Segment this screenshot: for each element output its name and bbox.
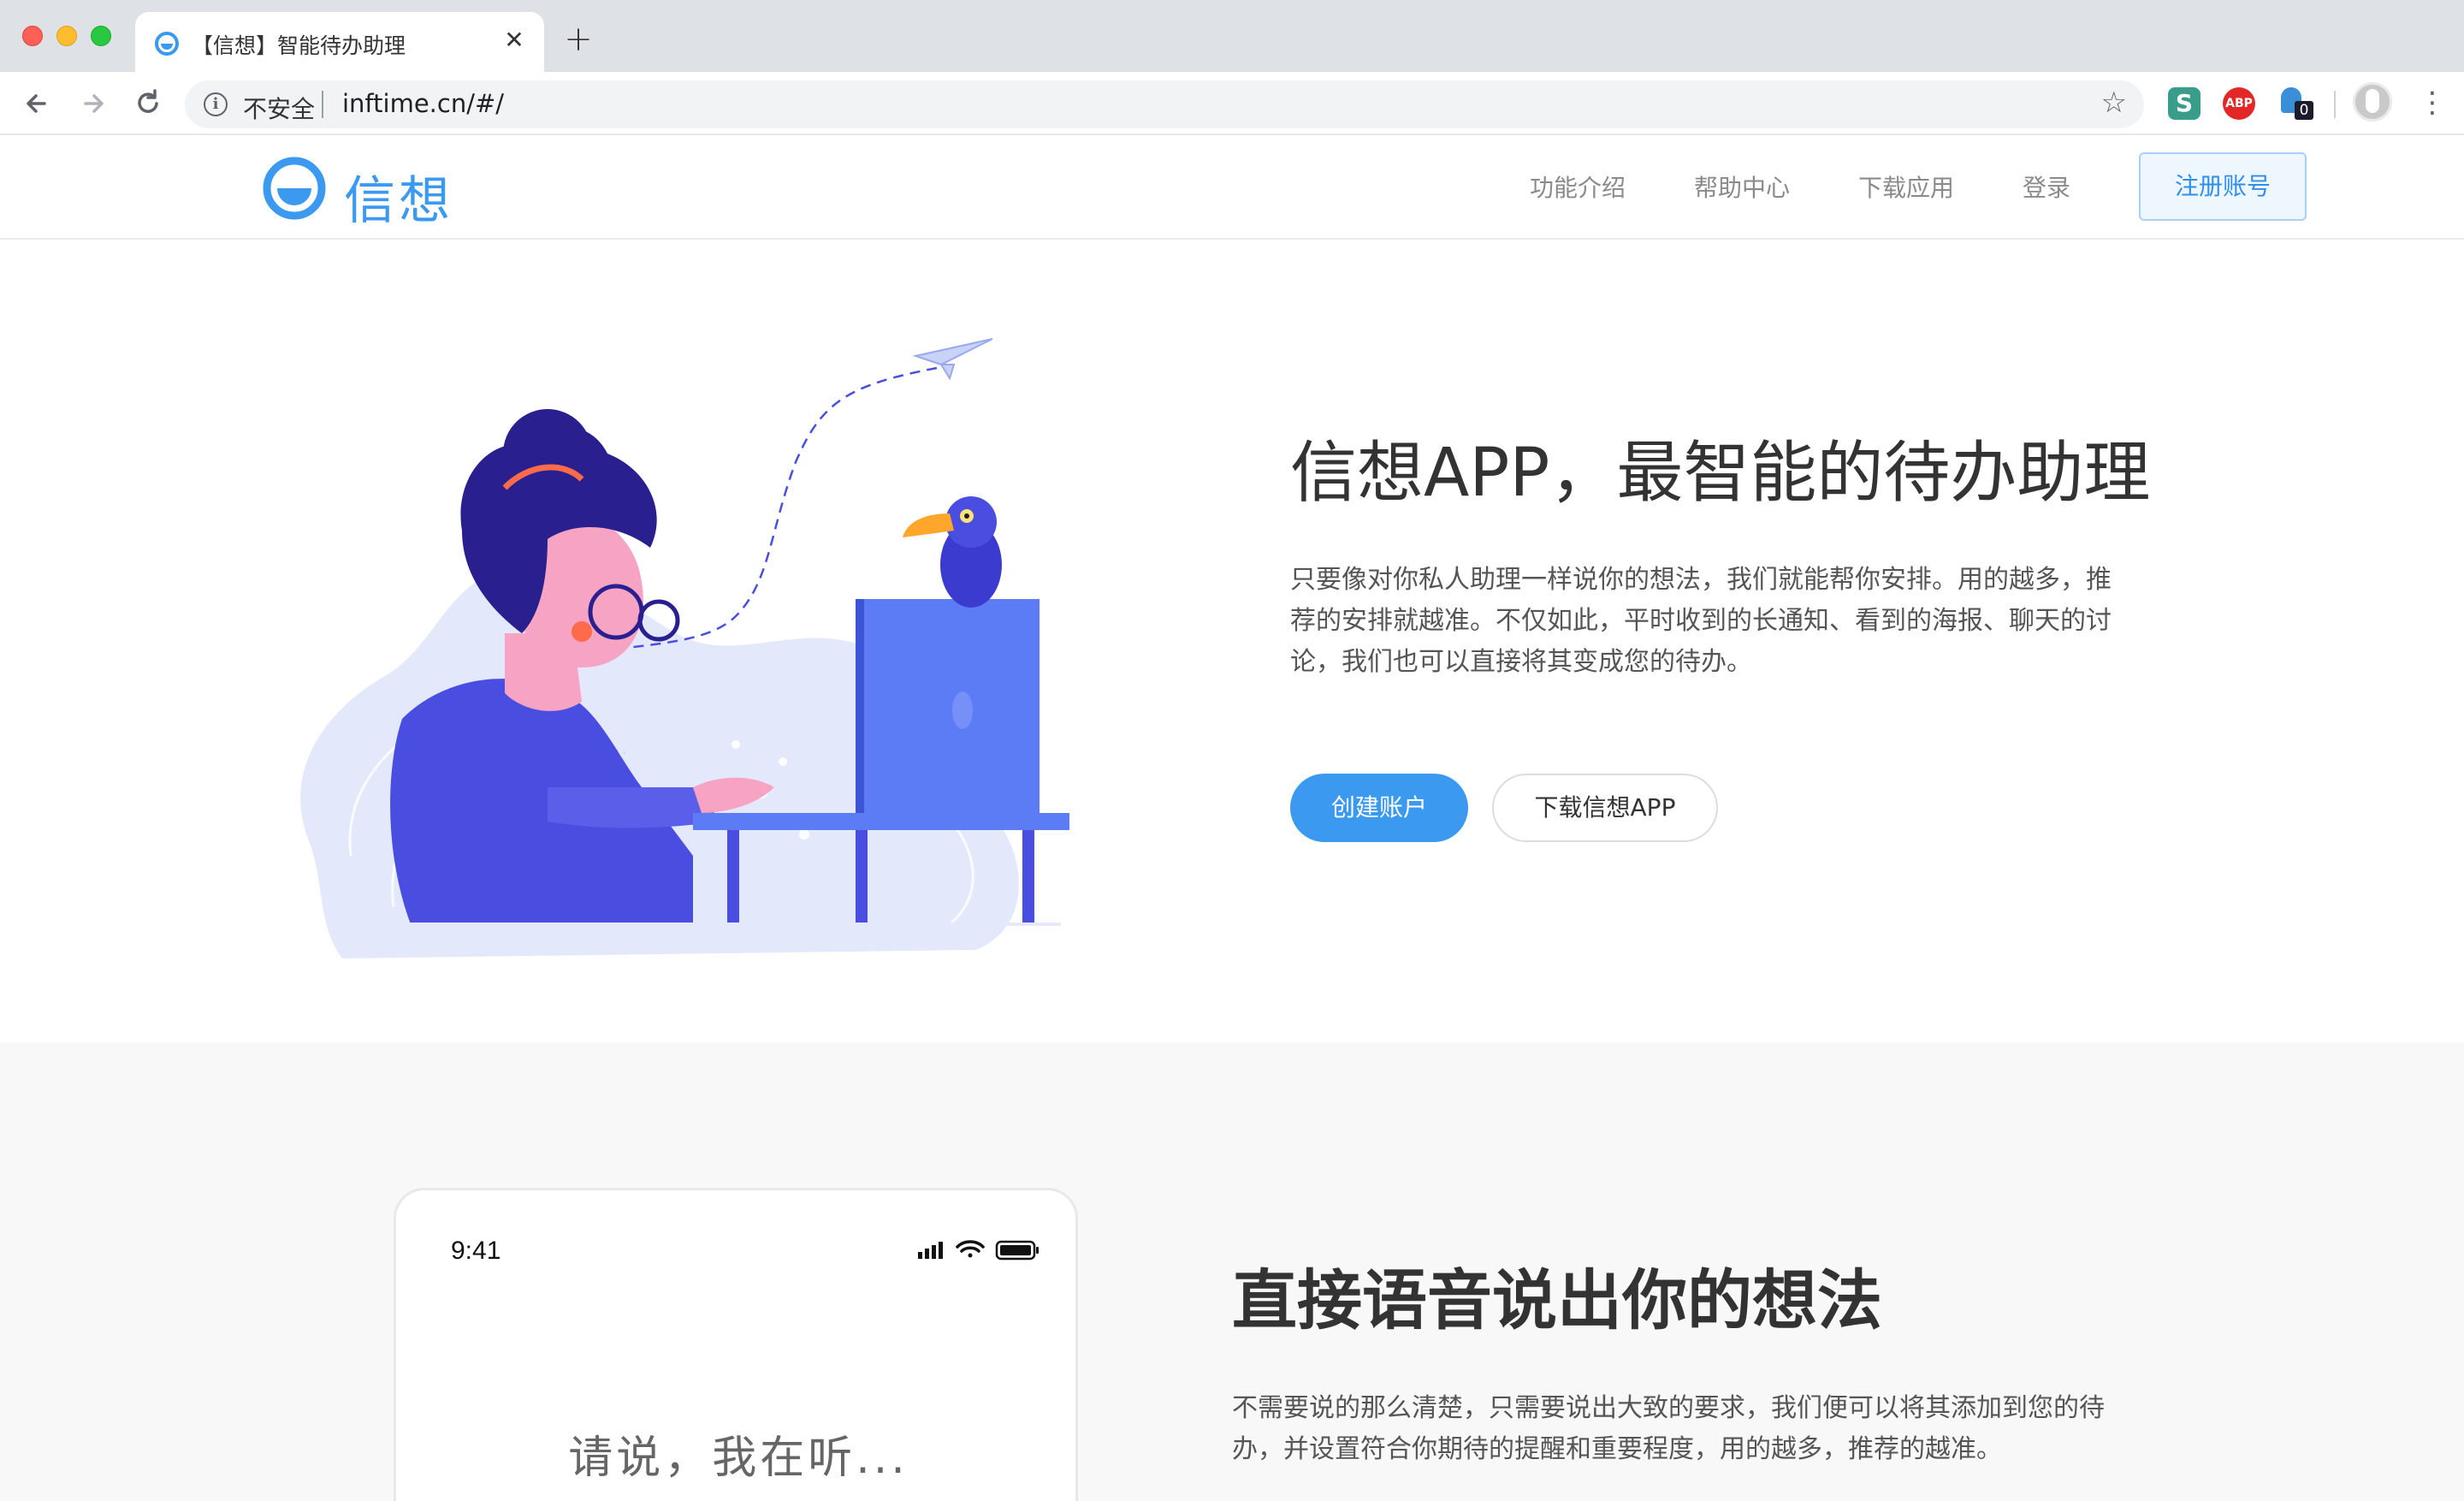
adblock-plus-icon[interactable]: ABP bbox=[2223, 87, 2255, 120]
parrot-head bbox=[945, 496, 997, 548]
browser-tab-strip: 【信想】智能待办助理 ✕ + bbox=[0, 0, 2464, 72]
desk-top bbox=[693, 813, 1069, 830]
register-account-button[interactable]: 注册账号 bbox=[2139, 152, 2307, 221]
address-bar[interactable]: i 不安全 inftime.cn/#/ ☆ bbox=[185, 80, 2144, 128]
phone-mockup: 9:41 请说，我在听... bbox=[394, 1188, 1078, 1501]
tab-title: 【信想】智能待办助理 bbox=[192, 33, 406, 58]
maximize-window-button[interactable] bbox=[91, 26, 111, 46]
info-icon[interactable]: i bbox=[204, 92, 228, 116]
logo-mark-icon bbox=[263, 157, 326, 220]
woman-hair-bun bbox=[503, 409, 592, 498]
nav-link-download[interactable]: 下载应用 bbox=[1858, 169, 1954, 204]
desk-leg-right bbox=[1022, 830, 1034, 924]
browser-tab-active[interactable]: 【信想】智能待办助理 ✕ bbox=[135, 12, 544, 72]
browser-menu-icon[interactable]: ⋮ bbox=[2418, 84, 2447, 122]
minimize-window-button[interactable] bbox=[56, 26, 77, 46]
profile-avatar-icon[interactable] bbox=[2353, 82, 2392, 122]
feature-description: 不需要说的那么清楚，只需要说出大致的要求，我们便可以将其添加到您的待办，并设置符… bbox=[1232, 1393, 2105, 1464]
extension-s-icon[interactable]: S bbox=[2168, 87, 2200, 120]
wifi-icon bbox=[956, 1240, 985, 1258]
url-text[interactable]: inftime.cn/#/ bbox=[342, 89, 504, 118]
create-account-button[interactable]: 创建账户 bbox=[1290, 774, 1468, 842]
desk-leg-left bbox=[727, 830, 739, 924]
reload-icon[interactable] bbox=[130, 86, 166, 122]
toolbar-divider bbox=[2334, 91, 2336, 118]
bookmark-star-icon[interactable]: ☆ bbox=[2101, 86, 2127, 120]
laptop-screen-edge bbox=[856, 599, 864, 813]
omnibox-divider bbox=[322, 91, 323, 118]
nav-link-help-center[interactable]: 帮助中心 bbox=[1694, 169, 1790, 204]
signal-bars-icon bbox=[918, 1242, 943, 1259]
phone-status-time: 9:41 bbox=[451, 1237, 501, 1265]
hero-illustration bbox=[300, 338, 1069, 958]
security-status-label[interactable]: 不安全 bbox=[243, 91, 315, 125]
nav-link-login[interactable]: 登录 bbox=[2023, 169, 2070, 204]
battery-icon bbox=[995, 1240, 1039, 1261]
voice-listening-prompt: 请说，我在听... bbox=[568, 1433, 909, 1484]
earring bbox=[572, 621, 592, 642]
laptop-logo bbox=[952, 691, 973, 729]
laptop-screen bbox=[860, 599, 1040, 813]
avatar-silhouette bbox=[2366, 89, 2379, 113]
hero-description: 只要像对你私人助理一样说你的想法，我们就能帮你安排。用的越多，推荐的安排就越准。… bbox=[1290, 565, 2112, 677]
hero-section: 信想APP，最智能的待办助理 只要像对你私人助理一样说你的想法，我们就能帮你安排… bbox=[0, 240, 2464, 1042]
desk-leg-middle bbox=[856, 830, 868, 924]
download-app-button[interactable]: 下载信想APP bbox=[1492, 774, 1718, 842]
forward-arrow-icon[interactable] bbox=[75, 86, 111, 122]
back-arrow-icon[interactable] bbox=[19, 86, 55, 122]
paper-plane-icon bbox=[912, 338, 993, 381]
parrot-beak bbox=[903, 513, 954, 537]
voice-feature-section: 9:41 请说，我在听... 直接语音说出你的想法 不需要说的那么清楚，只需要说… bbox=[0, 1042, 2464, 1501]
logo-text: 信想 bbox=[344, 171, 453, 231]
browser-toolbar: i 不安全 inftime.cn/#/ ☆ S ABP 0 ⋮ bbox=[0, 72, 2464, 135]
ghostery-icon[interactable]: 0 bbox=[2279, 87, 2313, 120]
close-window-button[interactable] bbox=[22, 26, 43, 46]
hero-title: 信想APP，最智能的待办助理 bbox=[1290, 435, 2151, 512]
tab-close-icon[interactable]: ✕ bbox=[500, 26, 529, 55]
new-tab-button[interactable]: + bbox=[561, 22, 595, 56]
phone-status-icons bbox=[918, 1240, 1039, 1261]
nav-link-features[interactable]: 功能介绍 bbox=[1530, 169, 1626, 204]
illustration-floor bbox=[359, 923, 1061, 926]
site-favicon-icon bbox=[155, 32, 179, 56]
feature-title: 直接语音说出你的想法 bbox=[1232, 1262, 1882, 1338]
ghostery-count-badge: 0 bbox=[2295, 101, 2313, 120]
site-header: 信想 功能介绍 帮助中心 下载应用 登录 注册账号 bbox=[0, 135, 2464, 240]
